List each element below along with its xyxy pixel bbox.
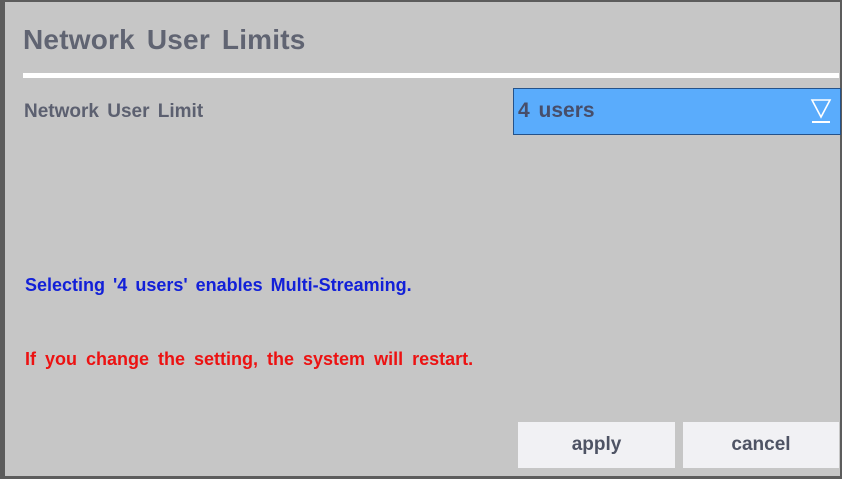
network-user-limit-dropdown[interactable]: 4 users — [513, 88, 841, 135]
network-user-limits-dialog: Network User Limits Network User Limit 4… — [0, 0, 842, 479]
dropdown-triangle-icon[interactable] — [810, 97, 832, 125]
cancel-button[interactable]: cancel — [683, 422, 839, 468]
multi-streaming-info-text: Selecting '4 users' enables Multi-Stream… — [25, 275, 412, 295]
dialog-title: Network User Limits — [23, 24, 306, 55]
network-user-limit-label: Network User Limit — [24, 101, 204, 122]
apply-button[interactable]: apply — [518, 422, 675, 468]
title-divider — [23, 73, 839, 78]
dropdown-selected-value: 4 users — [518, 99, 595, 122]
restart-warning-text: If you change the setting, the system wi… — [25, 349, 474, 369]
